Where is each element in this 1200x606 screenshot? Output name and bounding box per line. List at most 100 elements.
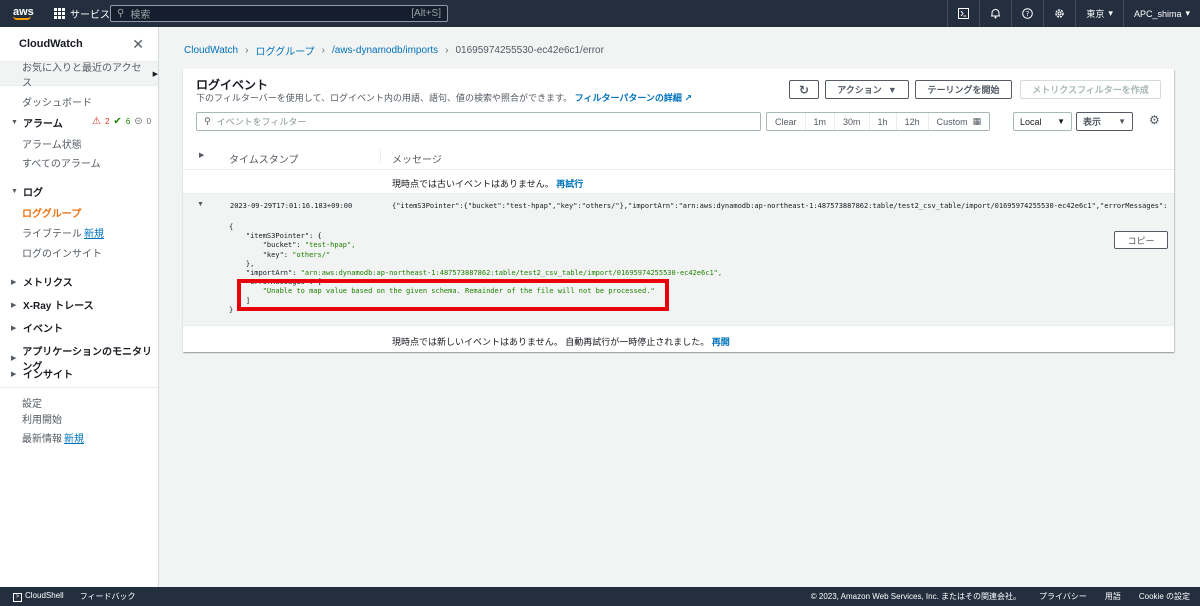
- calendar-icon: ▦: [972, 116, 982, 126]
- sidebar-item-dashboard[interactable]: ダッシュボード: [22, 94, 92, 109]
- log-event-row[interactable]: ▼ 2023-09-29T17:01:16.183+09:00 {"itemS3…: [183, 193, 1174, 326]
- caret-down-icon[interactable]: ▼: [197, 201, 204, 208]
- cloudshell-icon[interactable]: [947, 0, 979, 27]
- cloudshell-footer-button[interactable]: > CloudShell: [13, 591, 64, 602]
- time-range-clear[interactable]: Clear: [767, 113, 806, 130]
- services-menu[interactable]: サービス: [54, 6, 110, 21]
- time-range-30m[interactable]: 30m: [835, 113, 870, 130]
- sidebar-item-settings[interactable]: 設定: [22, 395, 42, 410]
- help-icon[interactable]: ?: [1011, 0, 1043, 27]
- grid-icon: [54, 8, 65, 19]
- column-timestamp: タイムスタンプ: [229, 155, 299, 166]
- no-older-events-row: 現時点では古いイベントはありません。 再試行: [183, 170, 1174, 194]
- caret-right-icon: ▶: [11, 370, 17, 378]
- custom-label: Custom: [936, 116, 968, 127]
- table-header: ▶ タイムスタンプ メッセージ: [183, 144, 1174, 170]
- sidebar-item-live-tail[interactable]: ライブテール 新規: [22, 225, 104, 240]
- sidebar-section-metrics[interactable]: ▶ メトリクス: [11, 274, 73, 289]
- time-range-1h[interactable]: 1h: [870, 113, 897, 130]
- insufficient-icon: ⊝: [134, 116, 143, 127]
- alarm-warning-icon: ⚠: [92, 116, 101, 127]
- time-range-12h[interactable]: 12h: [897, 113, 929, 130]
- json-value: "others/": [292, 250, 331, 259]
- time-range-custom[interactable]: Custom ▦: [929, 113, 990, 130]
- refresh-button[interactable]: ↻: [789, 80, 819, 99]
- sidebar-item-alarm-state[interactable]: アラーム状態: [22, 136, 82, 151]
- settings-gear-icon[interactable]: [1043, 0, 1075, 27]
- filter-events-input[interactable]: ⚲ イベントをフィルター: [196, 112, 761, 131]
- breadcrumb-log-group[interactable]: /aws-dynamodb/imports: [332, 45, 438, 56]
- search-input[interactable]: ⚲ 検索 [Alt+S]: [110, 5, 448, 22]
- caret-right-icon: ▶: [11, 355, 17, 362]
- caret-down-icon: ▼: [887, 84, 897, 95]
- filter-pattern-link[interactable]: フィルターパターンの詳細: [575, 93, 682, 103]
- breadcrumb-log-stream: 01695974255530-ec42e6c1/error: [455, 45, 604, 56]
- sidebar-section-events[interactable]: ▶ イベント: [11, 320, 63, 335]
- display-button[interactable]: 表示 ▼: [1076, 112, 1133, 131]
- svg-text:?: ?: [1026, 10, 1030, 18]
- actions-button[interactable]: アクション ▼: [825, 80, 909, 99]
- sidebar-item-all-alarms[interactable]: すべてのアラーム: [22, 155, 101, 170]
- sidebar-item-getting-started[interactable]: 利用開始: [22, 411, 62, 426]
- aws-logo-text: aws: [13, 5, 34, 18]
- terms-link[interactable]: 用語: [1105, 591, 1121, 602]
- filter-placeholder: イベントをフィルター: [216, 117, 307, 127]
- sidebar-item-logs-insights[interactable]: ログのインサイト: [22, 245, 102, 260]
- copy-button[interactable]: コピー: [1114, 231, 1168, 249]
- timezone-value: Local: [1020, 116, 1042, 127]
- time-range-1m[interactable]: 1m: [806, 113, 836, 130]
- no-newer-text: 現時点では新しいイベントはありません。 自動再試行が一時停止されました。: [392, 337, 710, 347]
- privacy-link[interactable]: プライバシー: [1039, 591, 1087, 602]
- cloudshell-icon: >: [13, 593, 22, 602]
- top-navigation: aws サービス ⚲ 検索 [Alt+S] ? 東京 ▾ APC_shima ▾: [0, 0, 1200, 27]
- caret-right-icon: ▶: [152, 70, 158, 78]
- start-tailing-button[interactable]: テーリングを開始: [915, 80, 1012, 99]
- json-line: {: [229, 223, 234, 231]
- alarms-label: アラーム: [23, 119, 63, 130]
- account-label: APC_shima: [1133, 8, 1182, 19]
- cookie-settings-link[interactable]: Cookie の設定: [1139, 591, 1190, 602]
- sidebar-favorites[interactable]: お気に入りと最近のアクセス ▶: [0, 61, 158, 89]
- breadcrumb-log-groups[interactable]: ロググループ: [255, 43, 314, 58]
- highlight-box: [237, 279, 669, 311]
- no-older-text: 現時点では古いイベントはありません。: [392, 179, 554, 189]
- search-icon: ⚲: [117, 8, 125, 19]
- event-timestamp: 2023-09-29T17:01:16.183+09:00: [230, 202, 353, 210]
- time-range-selector: Clear 1m 30m 1h 12h Custom ▦: [766, 112, 991, 131]
- close-icon[interactable]: ✕: [132, 36, 144, 53]
- caret-down-icon: ▼: [1057, 117, 1065, 126]
- caret-right-icon[interactable]: ▶: [199, 151, 204, 159]
- sidebar-section-insights[interactable]: ▶ インサイト: [11, 366, 73, 381]
- sidebar-section-xray[interactable]: ▶ X-Ray トレース: [11, 297, 94, 312]
- json-value: "arn:aws:dynamodb:ap-northeast-1:4875738…: [300, 269, 723, 278]
- event-message: {"itemS3Pointer":{"bucket":"test-hpap","…: [392, 202, 1167, 210]
- sidebar-section-alarms[interactable]: ▼ アラーム: [11, 115, 63, 130]
- sidebar-item-whats-new[interactable]: 最新情報 新規: [22, 430, 84, 445]
- sidebar-item-log-groups[interactable]: ロググループ: [22, 205, 81, 220]
- feedback-link[interactable]: フィードバック: [80, 591, 136, 602]
- region-selector[interactable]: 東京 ▾: [1075, 0, 1123, 27]
- account-menu[interactable]: APC_shima ▾: [1122, 0, 1200, 27]
- create-metric-filter-button[interactable]: メトリクスフィルターを作成: [1020, 80, 1161, 99]
- logs-label: ログ: [23, 188, 43, 199]
- sidebar-section-logs[interactable]: ▼ ログ: [11, 184, 43, 199]
- timezone-select[interactable]: Local ▼: [1013, 112, 1072, 131]
- sidebar-title[interactable]: CloudWatch: [19, 38, 83, 50]
- chevron-right-icon: ›: [245, 45, 249, 56]
- caret-down-icon: ▾: [1108, 8, 1113, 18]
- aws-logo[interactable]: aws: [13, 5, 43, 20]
- insufficient-count: 0: [146, 117, 152, 126]
- retry-link[interactable]: 再試行: [556, 179, 583, 189]
- json-key: "bucket":: [262, 241, 305, 250]
- resume-link[interactable]: 再開: [712, 337, 730, 347]
- external-link-icon: ↗: [684, 93, 692, 103]
- cloudshell-label: CloudShell: [25, 591, 64, 600]
- region-label: 東京: [1086, 9, 1105, 19]
- events-label: イベント: [23, 324, 63, 335]
- preferences-gear-icon[interactable]: ⚙: [1149, 113, 1160, 127]
- breadcrumb-cloudwatch[interactable]: CloudWatch: [184, 45, 238, 56]
- new-badge: 新規: [64, 434, 84, 445]
- ok-check-icon: ✔: [113, 116, 122, 127]
- json-line: "itemS3Pointer": {: [245, 232, 322, 241]
- bell-icon[interactable]: [979, 0, 1011, 27]
